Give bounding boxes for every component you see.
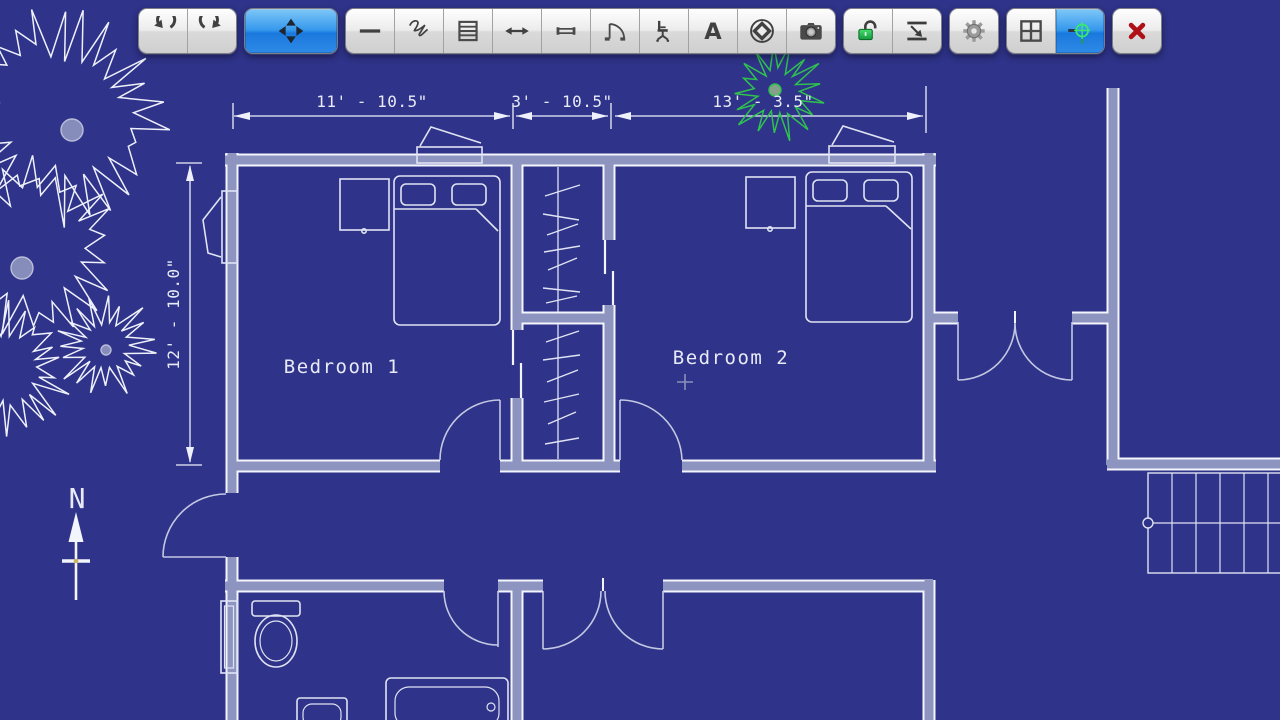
undo-button[interactable] xyxy=(139,9,187,53)
dimension-layer xyxy=(176,86,926,465)
pan-button[interactable] xyxy=(245,9,337,53)
snap-to-line-icon xyxy=(902,16,932,46)
toolbar-group-locking xyxy=(843,8,942,54)
toilet xyxy=(252,601,300,667)
floorplan-canvas[interactable]: 11' - 10.5" 3' - 10.5" 13' - 3.5" 12' - … xyxy=(0,0,1280,720)
text-button[interactable] xyxy=(688,9,737,53)
dimension-arrow-icon xyxy=(502,16,532,46)
text-icon xyxy=(698,16,728,46)
photo-button[interactable] xyxy=(786,9,835,53)
shape-button[interactable] xyxy=(737,9,786,53)
window-icon xyxy=(551,16,581,46)
sink xyxy=(297,698,347,720)
line-button[interactable] xyxy=(346,9,394,53)
dimension-label-top-left: 11' - 10.5" xyxy=(316,92,427,111)
toolbar xyxy=(138,8,1162,54)
grid-button[interactable] xyxy=(1007,9,1055,53)
toolbar-group-settings xyxy=(949,8,999,54)
cursor-crosshair xyxy=(677,374,693,390)
door-swing-icon xyxy=(600,16,630,46)
line-icon xyxy=(355,16,385,46)
toolbar-group-history xyxy=(138,8,237,54)
undo-icon xyxy=(148,16,178,46)
gear-icon xyxy=(959,16,989,46)
tree-symbols xyxy=(0,10,170,437)
door-button[interactable] xyxy=(590,9,639,53)
dimension-label-top-right: 13' - 3.5" xyxy=(712,92,813,111)
bed-bedroom2 xyxy=(806,172,912,322)
locate-button[interactable] xyxy=(1055,9,1104,53)
chair-icon xyxy=(649,16,679,46)
furniture-button[interactable] xyxy=(639,9,688,53)
close-button[interactable] xyxy=(1113,9,1161,53)
bathtub xyxy=(386,678,508,720)
redo-button[interactable] xyxy=(187,9,236,53)
nightstand-bedroom1 xyxy=(340,179,389,230)
freehand-icon xyxy=(404,16,434,46)
hatch-button[interactable] xyxy=(443,9,492,53)
pan-arrows-icon xyxy=(276,16,306,46)
grid-icon xyxy=(1016,16,1046,46)
redo-icon xyxy=(197,16,227,46)
unlock-icon xyxy=(853,16,883,46)
room-label-bedroom1: Bedroom 1 xyxy=(284,356,400,378)
room-label-bedroom2: Bedroom 2 xyxy=(673,347,789,369)
stairs xyxy=(1143,473,1280,573)
north-arrow xyxy=(62,512,90,600)
dimension-label-left-vertical: 12' - 10.0" xyxy=(164,258,183,369)
dimension-label-top-middle: 3' - 10.5" xyxy=(511,92,612,111)
toolbar-group-pan xyxy=(244,8,338,54)
toolbar-group-view xyxy=(1006,8,1105,54)
toolbar-group-close xyxy=(1112,8,1162,54)
close-x-icon xyxy=(1122,16,1152,46)
app-window: 11' - 10.5" 3' - 10.5" 13' - 3.5" 12' - … xyxy=(0,0,1280,720)
camera-icon xyxy=(796,16,826,46)
window-button[interactable] xyxy=(541,9,590,53)
compass-diamond-icon xyxy=(747,16,777,46)
snap-button[interactable] xyxy=(892,9,941,53)
bed-bedroom1 xyxy=(394,176,500,325)
settings-button[interactable] xyxy=(950,9,998,53)
crosshair-target-icon xyxy=(1065,16,1095,46)
hatch-icon xyxy=(453,16,483,46)
north-label: N xyxy=(69,482,86,515)
toolbar-group-draw-tools xyxy=(345,8,836,54)
sketch-button[interactable] xyxy=(394,9,443,53)
dimension-button[interactable] xyxy=(492,9,541,53)
nightstand-bedroom2 xyxy=(746,177,795,228)
lock-button[interactable] xyxy=(844,9,892,53)
walls xyxy=(225,88,1280,720)
